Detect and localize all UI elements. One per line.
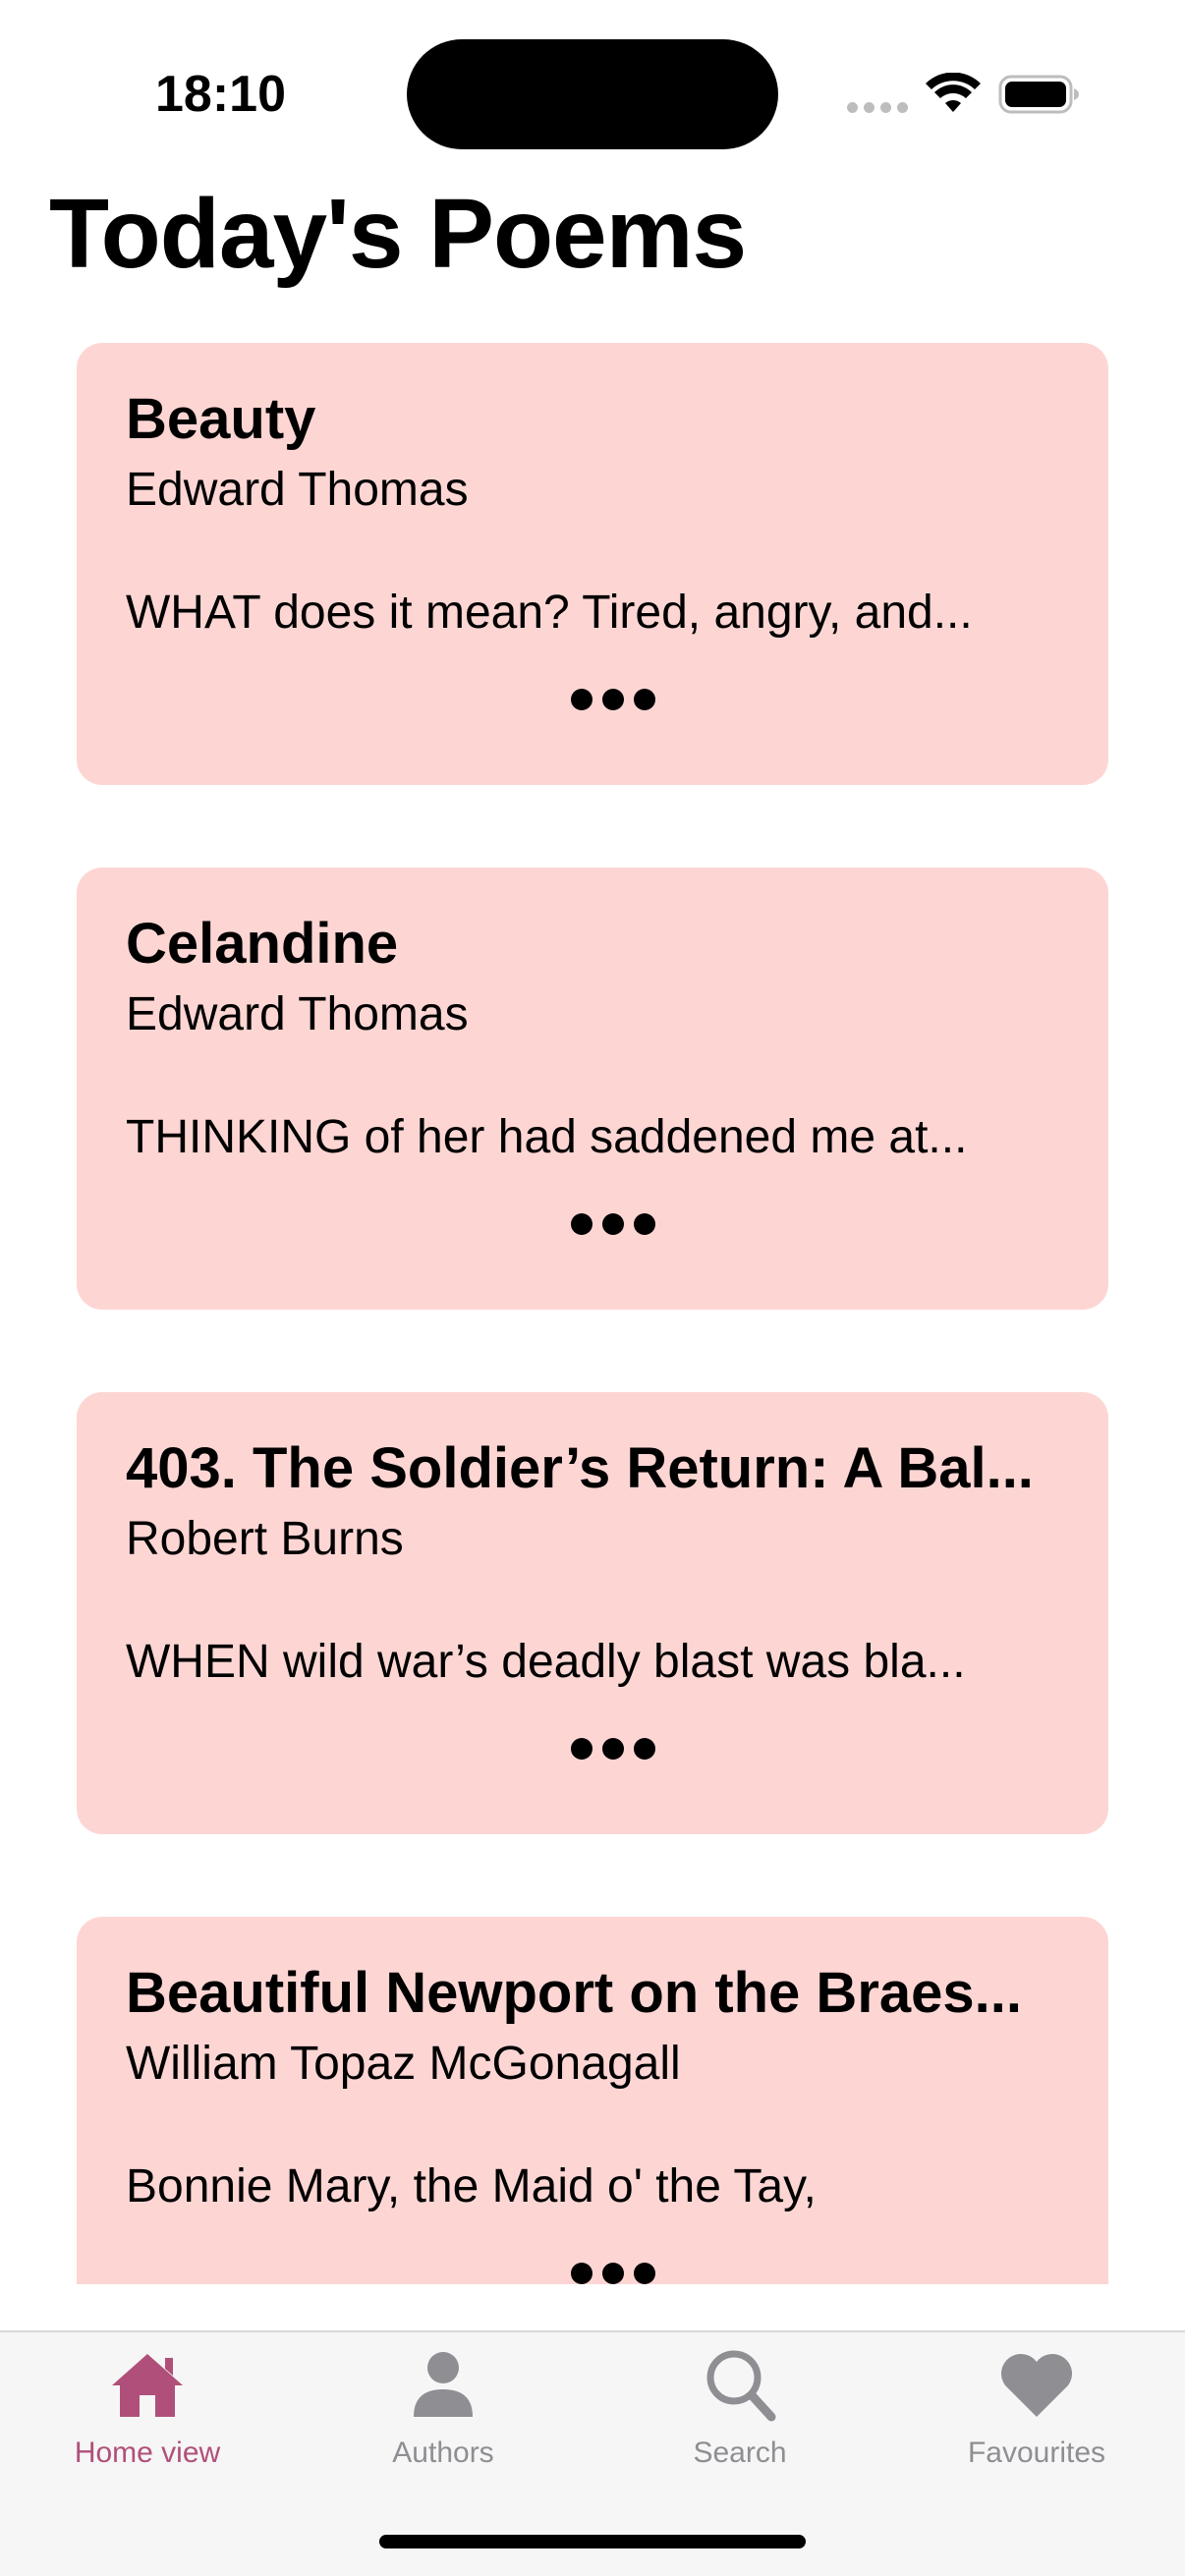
more-ellipsis-icon[interactable] [571, 689, 655, 710]
house-icon [112, 2354, 183, 2417]
poem-excerpt: THINKING of her had saddened me at... [126, 1111, 968, 1163]
poem-title: Beauty [126, 387, 316, 451]
home-indicator [379, 2535, 806, 2548]
more-ellipsis-icon[interactable] [571, 1738, 655, 1760]
more-ellipsis-icon[interactable] [571, 1213, 655, 1235]
heart-icon [1001, 2354, 1072, 2417]
tab-label: Home view [74, 2436, 221, 2469]
poem-card[interactable]: Celandine Edward Thomas THINKING of her … [77, 868, 1108, 1310]
tab-authors[interactable]: Authors [325, 2346, 561, 2484]
poem-title: 403. The Soldier’s Return: A Bal... [126, 1436, 1034, 1500]
poem-author: Edward Thomas [126, 464, 469, 516]
poem-author: Edward Thomas [126, 988, 469, 1040]
poem-card[interactable]: Beauty Edward Thomas WHAT does it mean? … [77, 343, 1108, 785]
tab-search[interactable]: Search [622, 2346, 858, 2484]
poem-title: Celandine [126, 912, 399, 976]
tab-label: Authors [392, 2436, 494, 2469]
poem-author: Robert Burns [126, 1513, 404, 1565]
tab-label: Favourites [967, 2436, 1106, 2469]
poem-excerpt: WHEN wild war’s deadly blast was bla... [126, 1636, 966, 1688]
poem-author: William Topaz McGonagall [126, 2038, 681, 2090]
tab-favourites[interactable]: Favourites [919, 2346, 1155, 2484]
poem-excerpt: Bonnie Mary, the Maid o' the Tay, [126, 2160, 817, 2212]
poem-card[interactable]: Beautiful Newport on the Braes... Willia… [77, 1917, 1108, 2284]
magnifier-icon [706, 2350, 776, 2422]
tab-home-view[interactable]: Home view [29, 2346, 265, 2484]
tab-label: Search [693, 2436, 787, 2469]
poem-excerpt: WHAT does it mean? Tired, angry, and... [126, 587, 973, 639]
more-ellipsis-icon[interactable] [571, 2263, 655, 2284]
poem-card[interactable]: 403. The Soldier’s Return: A Bal... Robe… [77, 1392, 1108, 1834]
poem-list[interactable]: Beauty Edward Thomas WHAT does it mean? … [0, 0, 1185, 2284]
poem-title: Beautiful Newport on the Braes... [126, 1961, 1022, 2025]
person-icon [414, 2352, 473, 2417]
